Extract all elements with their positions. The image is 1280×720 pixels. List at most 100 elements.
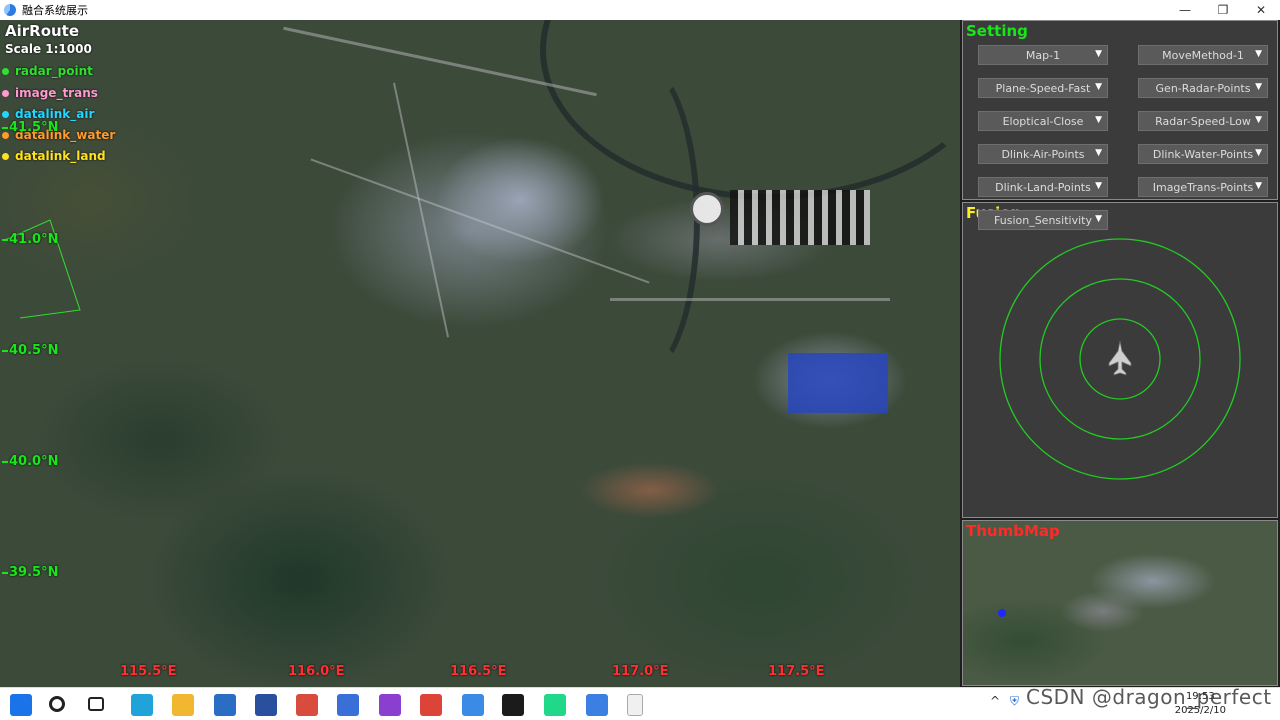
fusion-panel: Fusion Fusion_Sensitivity ▼ <box>962 202 1278 518</box>
chevron-down-icon: ▼ <box>1255 148 1262 158</box>
building-block <box>730 190 870 245</box>
stadium-feature <box>690 192 724 226</box>
chrome-icon[interactable] <box>420 694 442 716</box>
latitude-label: 40.0°N <box>2 454 58 469</box>
calculator-icon[interactable] <box>214 694 236 716</box>
chevron-down-icon: ▼ <box>1255 181 1262 191</box>
power-automate-icon[interactable] <box>337 694 359 716</box>
legend-label: radar_point <box>15 64 93 78</box>
feishu-icon[interactable] <box>462 694 484 716</box>
terminal-icon[interactable] <box>502 694 524 716</box>
thumbmap-title: ThumbMap <box>966 522 1060 540</box>
dropdown-value: MoveMethod-1 <box>1162 48 1244 62</box>
dropdown-value: Dlink-Water-Points <box>1152 147 1254 161</box>
blank-document-icon[interactable] <box>627 694 643 716</box>
setting-dropdown-dlink-air-points[interactable]: Dlink-Air-Points ▼ <box>978 144 1108 164</box>
road-feature <box>392 82 450 338</box>
setting-dropdown-radar-speed-low[interactable]: Radar-Speed-Low ▼ <box>1138 111 1268 131</box>
app-root: 融合系统展示 — ❐ ✕ AirRoute Scale 1:1000 radar… <box>0 0 1280 720</box>
chevron-down-icon: ▼ <box>1095 82 1102 92</box>
setting-dropdown-dlink-land-points[interactable]: Dlink-Land-Points ▼ <box>978 177 1108 197</box>
security-shield-icon[interactable]: ⛨ <box>1010 694 1019 709</box>
chevron-down-icon: ▼ <box>1095 214 1102 224</box>
visual-studio-icon[interactable] <box>379 694 401 716</box>
dropdown-value: Plane-Speed-Fast <box>995 81 1091 95</box>
chevron-down-icon: ▼ <box>1095 49 1102 59</box>
document-app-icon[interactable] <box>255 694 277 716</box>
task-view-icon[interactable] <box>88 697 104 711</box>
edge-browser-icon[interactable] <box>131 694 153 716</box>
windows-start-icon[interactable] <box>10 694 32 716</box>
legend-dot-icon <box>2 110 9 118</box>
thumbmap-panel[interactable]: ThumbMap <box>962 520 1278 686</box>
tray-chevron-icon[interactable]: ^ <box>990 694 1000 708</box>
fusion-sensitivity-dropdown[interactable]: Fusion_Sensitivity ▼ <box>978 210 1108 230</box>
setting-dropdown-imagetrans-points[interactable]: ImageTrans-Points ▼ <box>1138 177 1268 197</box>
setting-dropdown-gen-radar-points[interactable]: Gen-Radar-Points ▼ <box>1138 78 1268 98</box>
map-title: AirRoute <box>5 22 80 40</box>
legend-item: datalink_air <box>2 107 94 121</box>
road-feature <box>610 298 890 301</box>
paint-app-icon[interactable] <box>296 694 318 716</box>
network-app-icon[interactable] <box>586 694 608 716</box>
dropdown-value: Radar-Speed-Low <box>1155 114 1251 128</box>
chevron-down-icon: ▼ <box>1095 181 1102 191</box>
latitude-label: 41.5°N <box>2 120 58 135</box>
latitude-label: 41.0°N <box>2 232 58 247</box>
watermark-text: CSDN @dragon_perfect <box>1026 685 1272 709</box>
longitude-label: 116.0°E <box>288 664 345 679</box>
chevron-down-icon: ▼ <box>1255 115 1262 125</box>
longitude-label: 117.5°E <box>768 664 825 679</box>
app-logo-icon <box>4 4 16 16</box>
latitude-label: 40.5°N <box>2 343 58 358</box>
chevron-down-icon: ▼ <box>1255 49 1262 59</box>
setting-dropdown-map-1[interactable]: Map-1 ▼ <box>978 45 1108 65</box>
legend-label: datalink_land <box>15 149 106 163</box>
longitude-label: 116.5°E <box>450 664 507 679</box>
legend-dot-icon <box>2 67 9 75</box>
setting-title: Setting <box>966 22 1028 40</box>
fusion-radar-scope <box>999 238 1241 480</box>
maximize-button[interactable]: ❐ <box>1204 0 1242 20</box>
window-title: 融合系统展示 <box>22 4 88 17</box>
longitude-label: 115.5°E <box>120 664 177 679</box>
setting-dropdown-dlink-water-points[interactable]: Dlink-Water-Points ▼ <box>1138 144 1268 164</box>
minimize-button[interactable]: — <box>1166 0 1204 20</box>
search-icon[interactable] <box>49 696 65 712</box>
setting-panel: Setting Map-1 ▼ MoveMethod-1 ▼ Plane-Speed-F… <box>962 20 1278 200</box>
dropdown-value: ImageTrans-Points <box>1152 180 1254 194</box>
longitude-label: 117.0°E <box>612 664 669 679</box>
legend-item: image_trans <box>2 86 98 100</box>
chevron-down-icon: ▼ <box>1095 148 1102 158</box>
latitude-label: 39.5°N <box>2 565 58 580</box>
dropdown-value: Gen-Radar-Points <box>1155 81 1251 95</box>
legend-dot-icon <box>2 89 9 97</box>
pycharm-icon[interactable] <box>544 694 566 716</box>
legend-item: datalink_land <box>2 149 106 163</box>
window-title-bar: 融合系统展示 — ❐ ✕ <box>0 0 1280 20</box>
legend-dot-icon <box>2 152 9 160</box>
solar-panel-field <box>788 353 888 413</box>
route-track <box>4 219 81 319</box>
dropdown-value: Map-1 <box>1025 48 1061 62</box>
window-controls: — ❐ ✕ <box>1166 0 1280 20</box>
dropdown-value: Eloptical-Close <box>1002 114 1084 128</box>
legend-item: radar_point <box>2 64 93 78</box>
map-scale: Scale 1:1000 <box>5 42 92 56</box>
river-feature <box>580 60 700 380</box>
file-explorer-icon[interactable] <box>172 694 194 716</box>
close-button[interactable]: ✕ <box>1242 0 1280 20</box>
chevron-down-icon: ▼ <box>1255 82 1262 92</box>
position-marker <box>998 609 1006 617</box>
legend-label: datalink_air <box>15 107 95 121</box>
fighter-jet-icon <box>1108 340 1132 376</box>
setting-dropdown-plane-speed-fast[interactable]: Plane-Speed-Fast ▼ <box>978 78 1108 98</box>
setting-dropdown-movemethod-1[interactable]: MoveMethod-1 ▼ <box>1138 45 1268 65</box>
satellite-map[interactable]: AirRoute Scale 1:1000 radar_point image_t… <box>0 20 960 687</box>
dropdown-value: Dlink-Land-Points <box>995 180 1091 194</box>
dropdown-value: Fusion_Sensitivity <box>994 213 1092 227</box>
dropdown-value: Dlink-Air-Points <box>1001 147 1085 161</box>
chevron-down-icon: ▼ <box>1095 115 1102 125</box>
setting-dropdown-eloptical-close[interactable]: Eloptical-Close ▼ <box>978 111 1108 131</box>
legend-label: image_trans <box>15 86 98 100</box>
